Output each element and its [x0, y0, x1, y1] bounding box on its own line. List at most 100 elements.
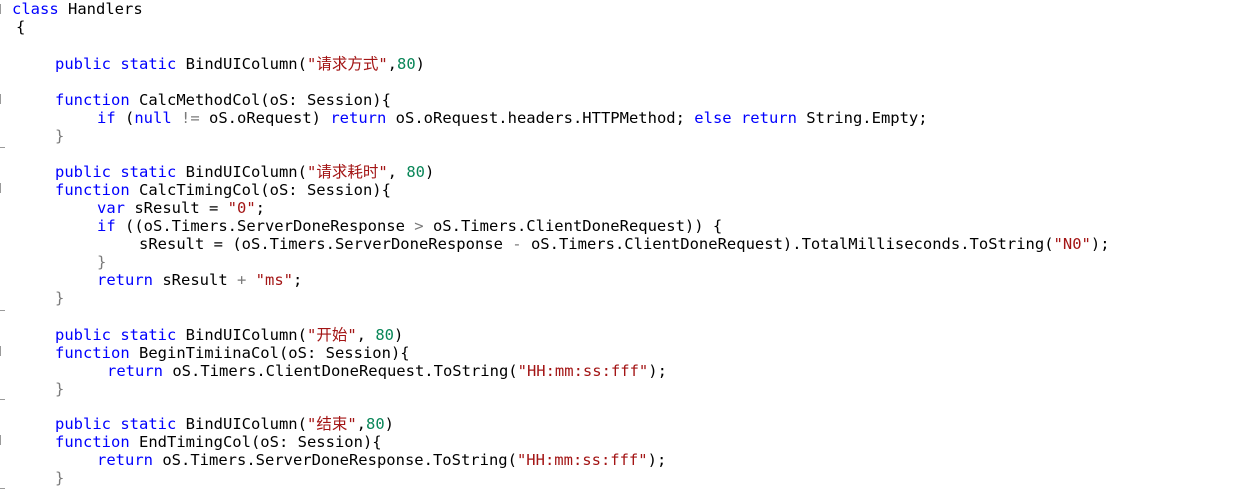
bind-ui-column-decl: BindUIColumn( — [176, 55, 307, 73]
statement-end: ); — [1090, 235, 1110, 253]
fold-toggle-calctimingcol[interactable] — [0, 183, 6, 193]
keyword-var: var — [97, 199, 125, 217]
keyword-else: else — [694, 109, 732, 127]
keyword-public-static: public static — [55, 55, 177, 73]
column-title-string: "结束" — [306, 415, 357, 433]
format-string: "HH:mm:ss:fff" — [517, 362, 649, 380]
column-title-string: "请求方式" — [306, 55, 388, 73]
if-condition-right: oS.Timers.ClientDoneRequest)) { — [423, 217, 723, 235]
fold-end-begintimiinacol — [0, 399, 5, 400]
code-line-column-method[interactable]: public static BindUIColumn("请求方式",80) — [55, 55, 425, 73]
string-zero: "0" — [227, 199, 256, 217]
code-line-var-sresult[interactable]: var sResult = "0"; — [97, 199, 265, 217]
close-paren: ) — [384, 415, 395, 433]
close-brace: } — [55, 469, 65, 487]
code-line-close-brace[interactable]: } — [55, 289, 64, 307]
code-line-if-null-check[interactable]: if (null != oS.oRequest) return oS.oRequ… — [97, 109, 928, 127]
return-expr: oS.Timers.ServerDoneResponse.ToString( — [153, 451, 517, 469]
bind-ui-column-decl: BindUIColumn( — [176, 163, 307, 181]
fold-end-endtimingcol — [0, 488, 5, 489]
fold-end-calctimingcol — [0, 310, 5, 311]
assign-right: oS.Timers.ClientDoneRequest).TotalMillis… — [521, 235, 1054, 253]
keyword-if: if — [97, 217, 116, 235]
else-return-expr: String.Empty; — [796, 109, 928, 127]
code-line-close-brace[interactable]: } — [55, 127, 64, 145]
code-editor[interactable]: class Handlers { public static BindUICol… — [0, 0, 1247, 498]
keyword-return: return — [740, 109, 797, 127]
if-condition-left: ((oS.Timers.ServerDoneResponse — [115, 217, 415, 235]
keyword-function: function — [55, 344, 130, 362]
code-line-column-begin[interactable]: public static BindUIColumn("开始", 80) — [55, 326, 403, 344]
keyword-function: function — [55, 91, 130, 109]
statement-end: ); — [647, 451, 667, 469]
paren-open: ( — [115, 109, 135, 127]
keyword-return: return — [330, 109, 387, 127]
arg-separator: , — [356, 326, 376, 344]
assign-left: sResult = (oS.Timers.ServerDoneResponse — [139, 235, 513, 253]
column-width-number: 80 — [375, 326, 394, 344]
column-width-number: 80 — [397, 55, 416, 73]
function-signature: BeginTimiinaCol(oS: Session){ — [129, 344, 410, 362]
column-width-number: 80 — [406, 163, 425, 181]
keyword-public-static: public static — [55, 163, 177, 181]
close-brace: } — [55, 289, 65, 307]
keyword-public-static: public static — [55, 415, 177, 433]
keyword-public-static: public static — [55, 326, 177, 344]
column-title-string: "请求耗时" — [306, 163, 388, 181]
fold-toggle-begintimiinacol[interactable] — [0, 346, 6, 356]
close-paren: ) — [425, 163, 435, 181]
code-line-return-sresult[interactable]: return sResult + "ms"; — [97, 271, 302, 289]
keyword-null: null — [134, 109, 172, 127]
statement-end: ); — [648, 362, 667, 380]
class-name: Handlers — [58, 0, 143, 18]
code-line-sresult-assign[interactable]: sResult = (oS.Timers.ServerDoneResponse … — [139, 235, 1110, 253]
close-brace: } — [55, 127, 65, 145]
column-title-string: "开始" — [306, 326, 357, 344]
keyword-function: function — [55, 181, 130, 199]
code-line-column-end[interactable]: public static BindUIColumn("结束",80) — [55, 415, 394, 433]
bind-ui-column-decl: BindUIColumn( — [176, 415, 307, 433]
code-line-if-timers[interactable]: if ((oS.Timers.ServerDoneResponse > oS.T… — [97, 217, 722, 235]
semicolon: ; — [293, 271, 303, 289]
fold-toggle-class[interactable] — [0, 4, 6, 14]
string-ms: "ms" — [246, 271, 294, 289]
function-signature: EndTimingCol(oS: Session){ — [129, 433, 382, 451]
fold-toggle-calcmethodcol[interactable] — [0, 94, 6, 104]
operator-not-equal: != — [171, 109, 209, 127]
keyword-if: if — [97, 109, 116, 127]
semicolon: ; — [255, 199, 265, 217]
close-paren: ) — [415, 55, 426, 73]
code-line-column-timing[interactable]: public static BindUIColumn("请求耗时", 80) — [55, 163, 434, 181]
function-signature: CalcMethodCol(oS: Session){ — [129, 91, 391, 109]
operator-minus: - — [512, 235, 522, 253]
fold-gutter — [0, 0, 10, 498]
code-line-function-endtimingcol[interactable]: function EndTimingCol(oS: Session){ — [55, 433, 382, 451]
code-line-return-clientdonerequest[interactable]: return oS.Timers.ClientDoneRequest.ToStr… — [107, 362, 667, 380]
operator-plus: + — [237, 271, 247, 289]
code-line-class[interactable]: class Handlers — [12, 0, 143, 18]
code-line-open-brace[interactable]: { — [16, 18, 25, 36]
code-line-return-serverdoneresponse[interactable]: return oS.Timers.ServerDoneResponse.ToSt… — [97, 451, 666, 469]
keyword-return: return — [97, 451, 153, 469]
function-signature: CalcTimingCol(oS: Session){ — [129, 181, 391, 199]
format-string: "N0" — [1053, 235, 1091, 253]
return-expr: oS.Timers.ClientDoneRequest.ToString( — [163, 362, 518, 380]
code-line-close-brace[interactable]: } — [55, 469, 64, 487]
open-brace: { — [16, 18, 26, 36]
return-expr: sResult — [153, 271, 237, 289]
close-brace: } — [97, 253, 107, 271]
code-line-function-calctimingcol[interactable]: function CalcTimingCol(oS: Session){ — [55, 181, 391, 199]
fold-toggle-endtimingcol[interactable] — [0, 435, 6, 445]
format-string: "HH:mm:ss:fff" — [516, 451, 648, 469]
code-line-close-brace[interactable]: } — [55, 380, 64, 398]
return-expr: oS.oRequest.headers.HTTPMethod; — [386, 109, 695, 127]
keyword-class: class — [12, 0, 59, 18]
code-line-function-begintimiinacol[interactable]: function BeginTimiinaCol(oS: Session){ — [55, 344, 410, 362]
keyword-return: return — [107, 362, 163, 380]
var-declaration: sResult = — [125, 199, 228, 217]
keyword-function: function — [55, 433, 130, 451]
code-line-function-calcmethodcol[interactable]: function CalcMethodCol(oS: Session){ — [55, 91, 391, 109]
keyword-return: return — [97, 271, 153, 289]
code-line-inner-close-brace[interactable]: } — [97, 253, 106, 271]
